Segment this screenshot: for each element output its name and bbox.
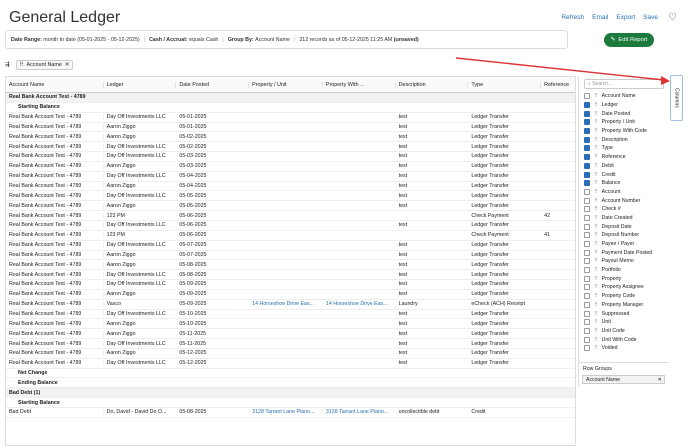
annotation-arrow <box>455 57 670 85</box>
